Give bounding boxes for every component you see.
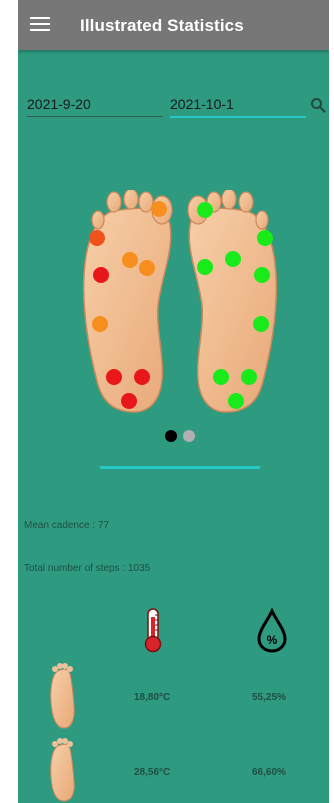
humidity-value-1: 55,25% (252, 692, 286, 703)
end-date-input[interactable] (170, 96, 306, 118)
total-steps-text: Total number of steps : 1035 (24, 563, 151, 574)
right-foot (187, 190, 278, 413)
sensor-right-medial-forefoot (197, 259, 213, 275)
sensor-left-medial-forefoot (139, 260, 155, 276)
page-dot-1[interactable] (165, 430, 177, 442)
page-dot-2[interactable] (183, 430, 195, 442)
sensor-right-heel-lateral (241, 369, 257, 385)
foot-thumbnail-2 (50, 738, 75, 802)
start-date-input[interactable] (27, 96, 163, 117)
sensor-left-heel-center (121, 393, 137, 409)
mean-cadence-text: Mean cadence : 77 (24, 520, 110, 531)
search-icon[interactable] (310, 97, 326, 113)
thermometer-icon (144, 608, 162, 653)
sensor-right-heel-center (228, 393, 244, 409)
app-bar: Illustrated Statistics (18, 0, 329, 50)
sensor-right-big-toe (197, 202, 213, 218)
sensor-right-lateral-forefoot (254, 267, 270, 283)
sensor-left-lateral-forefoot (93, 267, 109, 283)
sensor-left-heel-lateral (106, 369, 122, 385)
sensor-right-midfoot (253, 316, 269, 332)
temperature-value-1: 18,80°C (134, 692, 171, 703)
section-divider (100, 466, 260, 469)
app-screen: Illustrated Statistics 2021-9-20 2021-10… (18, 0, 329, 803)
end-date-field[interactable] (170, 96, 306, 120)
sensor-left-big-toe (151, 201, 167, 217)
temperature-value-2: 28,56°C (134, 767, 171, 778)
humidity-percent-icon: % (257, 608, 287, 653)
foot-thumbnail-1 (50, 663, 75, 729)
menu-icon[interactable] (30, 17, 50, 33)
start-date-field[interactable] (27, 96, 163, 120)
sensor-left-little-toe (89, 230, 105, 246)
svg-text:%: % (267, 633, 278, 647)
left-foot (82, 190, 173, 413)
humidity-value-2: 66,60% (252, 767, 286, 778)
sensor-left-heel-medial (134, 369, 150, 385)
sensor-right-mid-forefoot (225, 251, 241, 267)
page-title: Illustrated Statistics (80, 16, 244, 35)
sensor-right-heel-medial (213, 369, 229, 385)
sensor-left-midfoot (92, 316, 108, 332)
sensor-left-mid-forefoot (122, 252, 138, 268)
feet-pressure-map (82, 190, 278, 413)
sensor-right-little-toe (257, 230, 273, 246)
